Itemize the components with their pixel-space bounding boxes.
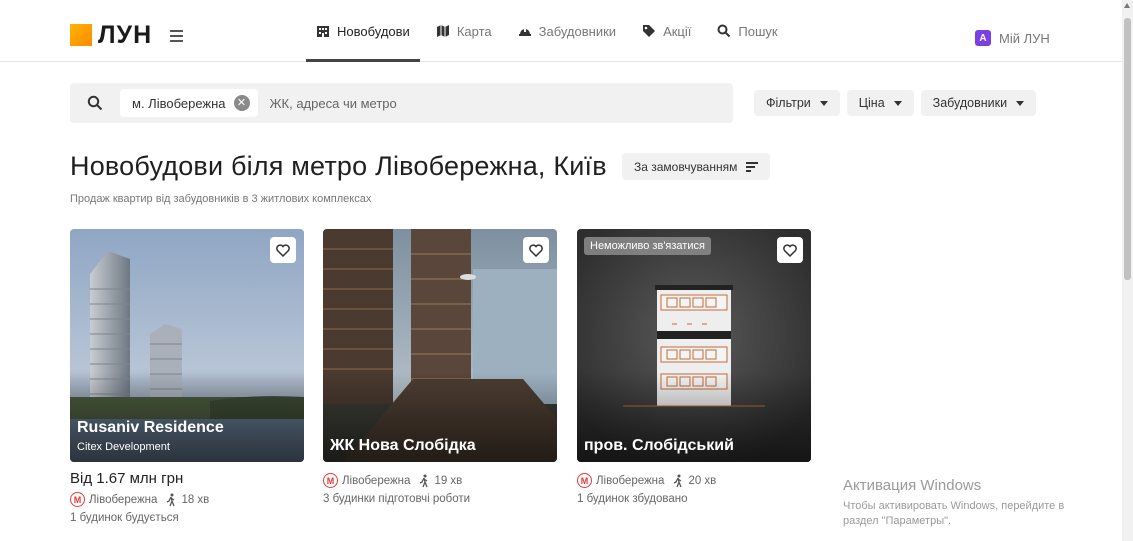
chevron-down-icon [819, 100, 828, 106]
search-bar[interactable]: м. Лівобережна ✕ [70, 83, 733, 123]
metro-info: М Лівобережна 19 хв [323, 473, 557, 488]
tag-icon [643, 25, 656, 37]
metro-name: Лівобережна [342, 474, 411, 487]
heart-icon [783, 243, 797, 257]
chip-label: м. Лівобережна [132, 95, 226, 111]
page-subtitle: Продаж квартир від забудовників в 3 житл… [70, 193, 372, 205]
metro-info: М Лівобережна 18 хв [70, 492, 304, 507]
complex-photo[interactable]: Rusaniv Residence Citex Development [70, 229, 304, 462]
scroll-up-arrow[interactable] [1124, 3, 1130, 8]
chevron-down-icon [1016, 100, 1025, 106]
metro-name: Лівобережна [596, 474, 665, 487]
nav-label: Карта [456, 23, 492, 39]
metro-icon: М [577, 473, 592, 488]
top-header: ЛУН Новобудови Карта Забудовники Акції П… [0, 0, 1122, 62]
filter-label: Забудовники [932, 96, 1008, 110]
map-icon [436, 25, 449, 37]
helmet-icon [518, 28, 531, 36]
nav-label: Забудовники [538, 23, 617, 39]
nav-label: Новобудови [337, 23, 410, 39]
menu-icon[interactable] [170, 30, 183, 45]
search-icon [717, 24, 731, 38]
sort-label: За замовчуванням [634, 159, 738, 174]
favorite-button[interactable] [523, 237, 549, 263]
walking-icon [167, 493, 176, 506]
nav-label: Акції [663, 23, 692, 39]
nav-item-novobudovy[interactable]: Новобудови [306, 0, 420, 62]
watermark-title: Активация Windows [843, 477, 982, 494]
profile-avatar: A [975, 30, 991, 46]
developers-dropdown[interactable]: Забудовники [920, 90, 1037, 116]
complex-photo[interactable]: ЖК Нова Слобідка [323, 229, 557, 462]
walk-time: 18 хв [181, 493, 210, 506]
complex-price: Від 1.67 млн грн [70, 470, 184, 487]
search-icon [87, 95, 103, 111]
sort-button[interactable]: За замовчуванням [622, 153, 771, 180]
nav-item-zabudovnyky[interactable]: Забудовники [508, 0, 626, 62]
filter-bar: Фільтри Ціна Забудовники [754, 90, 1043, 116]
filter-label: Ціна [858, 96, 885, 110]
favorite-button[interactable] [270, 237, 296, 263]
heart-icon [529, 243, 543, 257]
sort-icon [746, 160, 759, 174]
complex-name: пров. Слобідський [584, 437, 734, 454]
logo-square [70, 24, 92, 46]
nav-label: Пошук [738, 23, 778, 39]
chevron-down-icon [893, 100, 902, 106]
search-input[interactable] [269, 95, 570, 111]
main-nav: Новобудови Карта Забудовники Акції Пошук [306, 0, 794, 62]
walking-icon [674, 474, 683, 487]
complex-name: Rusaniv Residence [77, 419, 224, 436]
complex-card[interactable]: Rusaniv Residence Citex Development Від … [70, 229, 304, 524]
complex-card[interactable]: ЖК Нова Слобідка М Лівобережна 19 хв 3 б… [323, 229, 557, 505]
watermark-line2: раздел "Параметры". [843, 515, 952, 527]
construction-status: 1 будинок збудовано [577, 493, 688, 505]
walking-icon [420, 474, 429, 487]
status-badge: Неможливо зв'язатися [584, 237, 711, 255]
building-icon [317, 26, 329, 37]
walk-time: 20 хв [688, 474, 717, 487]
metro-filter-chip[interactable]: м. Лівобережна ✕ [120, 89, 258, 117]
complex-photo[interactable]: Неможливо зв'язатися пров. Слобідський [577, 229, 811, 462]
page-title: Новобудови біля метро Лівобережна, Київ [70, 151, 607, 181]
construction-status: 3 будинки підготовчі роботи [323, 493, 471, 505]
watermark-line1: Чтобы активировать Windows, перейдите в [843, 500, 1065, 512]
nav-item-aktsii[interactable]: Акції [632, 0, 701, 62]
developer-name: Citex Development [77, 441, 170, 453]
nav-item-poshuk[interactable]: Пошук [707, 0, 787, 62]
construction-status: 1 будинок будується [70, 512, 179, 524]
metro-icon: М [70, 492, 85, 507]
profile-link[interactable]: A Мій ЛУН [975, 30, 1050, 46]
price-dropdown[interactable]: Ціна [846, 90, 914, 116]
metro-info: М Лівобережна 20 хв [577, 473, 811, 488]
complex-card[interactable]: Неможливо зв'язатися пров. Слобідський М… [577, 229, 811, 505]
heart-icon [276, 243, 290, 257]
nav-item-karta[interactable]: Карта [426, 0, 502, 62]
lun-logo[interactable]: ЛУН [70, 21, 153, 49]
profile-label: Мій ЛУН [999, 30, 1050, 46]
favorite-button[interactable] [777, 237, 803, 263]
filter-label: Фільтри [766, 96, 811, 110]
metro-icon: М [323, 473, 338, 488]
windows-activation-watermark: Активация Windows Чтобы активировать Win… [843, 477, 1064, 529]
walk-time: 19 хв [434, 474, 463, 487]
logo-text: ЛУН [98, 21, 153, 49]
metro-name: Лівобережна [89, 493, 158, 506]
complex-name: ЖК Нова Слобідка [330, 437, 476, 454]
scrollbar-thumb[interactable] [1124, 18, 1131, 280]
page-scrollbar[interactable] [1122, 0, 1133, 541]
filters-dropdown[interactable]: Фільтри [754, 90, 840, 116]
close-icon[interactable]: ✕ [233, 95, 250, 111]
